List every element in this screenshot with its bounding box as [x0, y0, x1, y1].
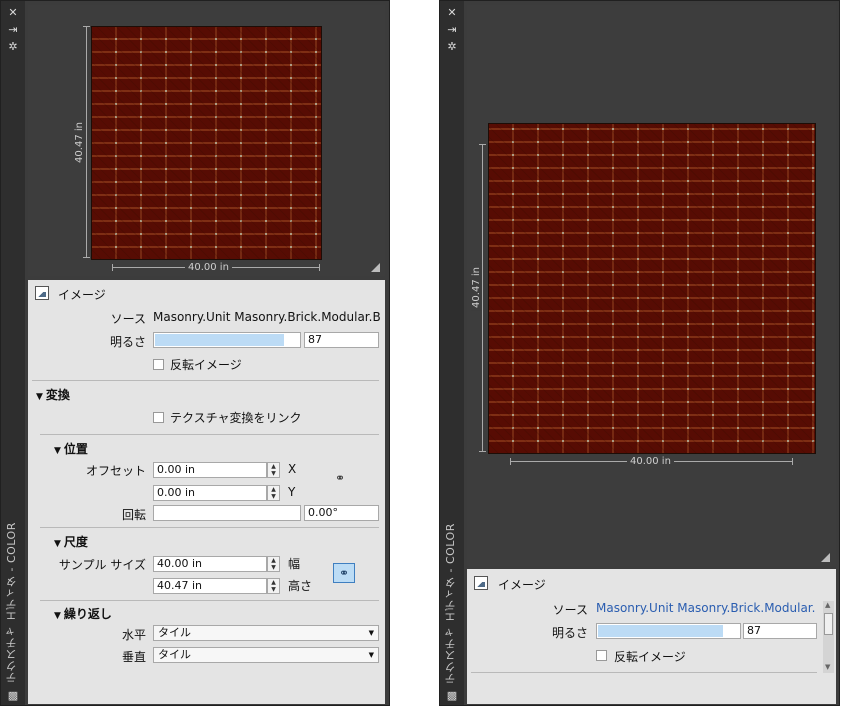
divider [40, 527, 379, 528]
panel-title: テクスチャ エディタ - COLOR [444, 523, 457, 684]
offset-x-spinner[interactable]: ▲ ▼ [267, 462, 280, 478]
resize-handle[interactable] [371, 263, 380, 272]
image-section-header: イメージ [58, 288, 106, 302]
brightness-slider[interactable] [153, 332, 301, 348]
offset-x-axis-label: X [288, 462, 297, 476]
brick-texture-image [91, 26, 322, 260]
sample-width-spinner[interactable]: ▲ ▼ [267, 556, 280, 572]
scroll-up-arrow-icon[interactable]: ▲ [825, 601, 830, 609]
pin-icon[interactable]: ⇥ [445, 23, 459, 37]
height-dimension-label: 40.47 in [471, 264, 482, 311]
texture-editor-panel-left: ✕ ⇥ ✲ テクスチャ エディタ - COLOR ▩ 40.47 in 40.0… [0, 0, 390, 706]
sample-size-label: サンプル サイズ [58, 558, 146, 572]
close-icon[interactable]: ✕ [445, 6, 459, 20]
panel-title: テクスチャ エディタ - COLOR [5, 522, 18, 683]
invert-image-checkbox[interactable] [153, 359, 164, 370]
brightness-label: 明るさ [109, 335, 146, 349]
rotation-slider[interactable] [153, 505, 301, 521]
divider [32, 380, 379, 381]
scale-section-toggle[interactable]: ▼ 尺度 [54, 533, 88, 550]
collapse-triangle-icon: ▼ [54, 539, 61, 549]
height-dimension-line [83, 26, 90, 258]
brightness-slider[interactable] [596, 623, 741, 639]
image-section-header: イメージ [498, 578, 546, 592]
offset-x-input[interactable]: 0.00 in [153, 462, 267, 478]
vertical-label: 垂直 [121, 650, 146, 664]
repeat-section-header: 繰り返し [63, 607, 112, 621]
close-icon[interactable]: ✕ [6, 6, 20, 20]
offset-y-axis-label: Y [288, 485, 296, 499]
texture-icon: ▩ [446, 689, 458, 702]
link-texture-transform-checkbox[interactable] [153, 412, 164, 423]
scale-section-header: 尺度 [63, 535, 88, 549]
invert-image-label: 反転イメージ [170, 358, 242, 372]
transform-section-header: 変換 [45, 388, 70, 402]
panel-sidebar: ✕ ⇥ ✲ テクスチャ エディタ - COLOR ▩ [440, 1, 464, 705]
offset-y-spinner[interactable]: ▲ ▼ [267, 485, 280, 501]
settings-icon[interactable]: ✲ [6, 40, 20, 54]
scrollbar-thumb[interactable] [824, 613, 833, 635]
height-dimension-label: 40.47 in [74, 122, 85, 163]
texture-editor-panel-right: ✕ ⇥ ✲ テクスチャ エディタ - COLOR ▩ 40.47 in 40.0… [439, 0, 840, 706]
collapse-triangle-icon: ▼ [54, 611, 61, 621]
vertical-repeat-select[interactable]: タイル ▼ [153, 647, 379, 663]
texture-preview: 40.47 in 40.00 in [28, 5, 385, 276]
repeat-section-toggle[interactable]: ▼ 繰り返し [54, 605, 112, 622]
sample-height-input[interactable]: 40.47 in [153, 578, 267, 594]
vertical-repeat-value: タイル [158, 648, 191, 661]
chevron-down-icon: ▼ [368, 629, 374, 637]
lock-aspect-chain-icon[interactable]: ⚭ [333, 563, 355, 583]
sample-height-spinner[interactable]: ▲ ▼ [267, 578, 280, 594]
width-dimension-label: 40.00 in [185, 262, 232, 273]
chevron-down-icon: ▼ [368, 651, 374, 659]
divider [40, 600, 379, 601]
horizontal-repeat-value: タイル [158, 626, 191, 639]
image-icon [35, 286, 49, 300]
source-label: ソース [110, 312, 146, 326]
chain-link-icon[interactable]: ⚭ [335, 471, 345, 485]
divider [40, 434, 379, 435]
brightness-label: 明るさ [551, 626, 588, 640]
horizontal-repeat-select[interactable]: タイル ▼ [153, 625, 379, 641]
height-label: 高さ [288, 579, 313, 593]
invert-image-checkbox[interactable] [596, 650, 607, 661]
source-label: ソース [552, 603, 588, 617]
height-dimension-line [479, 144, 486, 452]
collapse-triangle-icon: ▼ [36, 392, 43, 402]
resize-handle[interactable] [821, 553, 830, 562]
rotation-label: 回転 [121, 508, 146, 522]
scroll-down-arrow-icon[interactable]: ▼ [825, 663, 830, 671]
collapse-triangle-icon: ▼ [54, 446, 61, 456]
image-icon [474, 576, 488, 590]
link-texture-transform-label: テクスチャ変換をリンク [170, 411, 302, 425]
texture-preview: 40.47 in 40.00 in [467, 5, 836, 566]
source-value[interactable]: Masonry.Unit Masonry.Brick.Modular.Ba [153, 310, 381, 324]
width-label: 幅 [288, 557, 301, 571]
texture-icon: ▩ [7, 689, 19, 702]
brightness-input[interactable]: 87 [743, 623, 817, 639]
offset-label: オフセット [85, 464, 146, 478]
settings-icon[interactable]: ✲ [445, 40, 459, 54]
position-section-toggle[interactable]: ▼ 位置 [54, 440, 88, 457]
brightness-input[interactable]: 87 [304, 332, 379, 348]
panel-sidebar: ✕ ⇥ ✲ テクスチャ エディタ - COLOR ▩ [1, 1, 25, 705]
transform-section-toggle[interactable]: ▼ 変換 [36, 386, 70, 403]
divider [471, 672, 817, 673]
properties-panel: イメージ ソース Masonry.Unit Masonry.Brick.Modu… [467, 569, 836, 704]
vertical-scrollbar[interactable]: ▲ ▼ [823, 601, 834, 673]
position-section-header: 位置 [63, 442, 88, 456]
brightness-slider-fill [155, 334, 284, 346]
source-value[interactable]: Masonry.Unit Masonry.Brick.Modular. [596, 601, 818, 615]
horizontal-label: 水平 [121, 628, 146, 642]
invert-image-label: 反転イメージ [614, 650, 686, 664]
sample-width-input[interactable]: 40.00 in [153, 556, 267, 572]
brick-texture-image [488, 123, 816, 454]
rotation-input[interactable]: 0.00° [304, 505, 379, 521]
pin-icon[interactable]: ⇥ [6, 23, 20, 37]
offset-y-input[interactable]: 0.00 in [153, 485, 267, 501]
width-dimension-label: 40.00 in [627, 456, 674, 467]
brightness-slider-fill [598, 625, 723, 637]
properties-panel: イメージ ソース Masonry.Unit Masonry.Brick.Modu… [28, 280, 385, 704]
